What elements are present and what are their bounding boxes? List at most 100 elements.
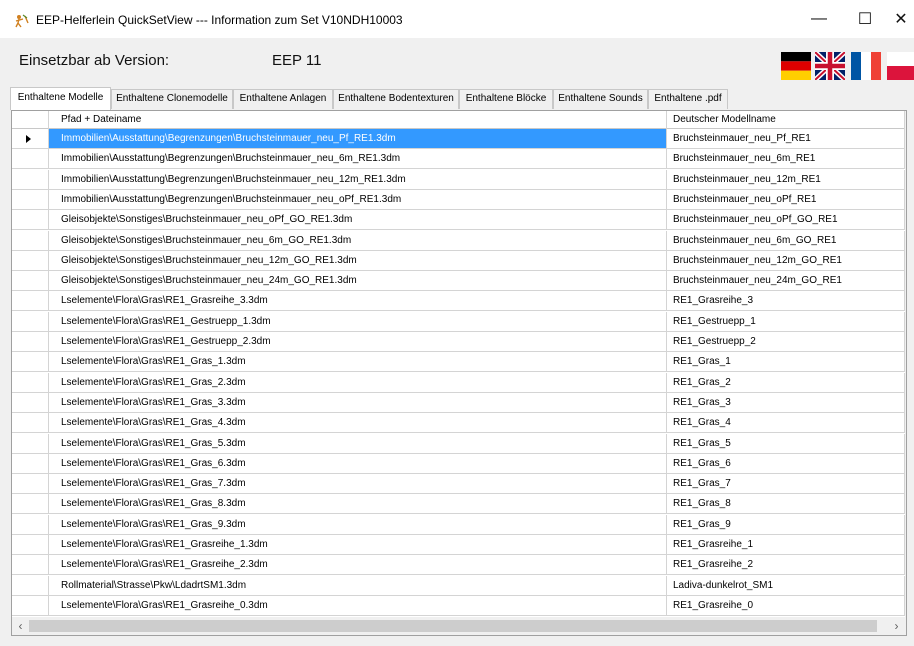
row-header[interactable]: [12, 535, 49, 554]
table-row[interactable]: Lselemente\Flora\Gras\RE1_Gras_7.3dm RE1_…: [12, 474, 905, 495]
model-name-cell[interactable]: RE1_Grasreihe_0: [667, 595, 905, 615]
path-cell[interactable]: Immobilien\Ausstattung\Begrenzungen\Bruc…: [49, 189, 667, 209]
scroll-right-icon[interactable]: ›: [888, 617, 905, 635]
table-row[interactable]: Lselemente\Flora\Gras\RE1_Gras_6.3dm RE1_…: [12, 453, 905, 474]
path-cell[interactable]: Gleisobjekte\Sonstiges\Bruchsteinmauer_n…: [49, 250, 667, 270]
table-row[interactable]: Gleisobjekte\Sonstiges\Bruchsteinmauer_n…: [12, 230, 905, 251]
scroll-down-icon[interactable]: ▼: [905, 601, 906, 617]
table-row[interactable]: Lselemente\Flora\Gras\RE1_Gestruepp_1.3d…: [12, 311, 905, 332]
models-grid[interactable]: Pfad + Dateiname Deutscher Modellname Im…: [11, 110, 907, 636]
model-name-cell[interactable]: Bruchsteinmauer_neu_Pf_RE1: [667, 129, 905, 148]
path-cell[interactable]: Lselemente\Flora\Gras\RE1_Gras_7.3dm: [49, 474, 667, 494]
table-row[interactable]: Lselemente\Flora\Gras\RE1_Grasreihe_1.3d…: [12, 535, 905, 555]
table-row[interactable]: Gleisobjekte\Sonstiges\Bruchsteinmauer_n…: [12, 271, 905, 292]
table-row[interactable]: Immobilien\Ausstattung\Begrenzungen\Bruc…: [12, 149, 905, 170]
row-header[interactable]: [12, 392, 49, 412]
column-header-name[interactable]: Deutscher Modellname: [667, 111, 905, 129]
path-cell[interactable]: Rollmaterial\Strasse\Pkw\LdadrtSM1.3dm: [49, 575, 667, 595]
model-name-cell[interactable]: RE1_Grasreihe_1: [667, 535, 905, 554]
path-cell[interactable]: Lselemente\Flora\Gras\RE1_Gras_9.3dm: [49, 514, 667, 534]
row-header[interactable]: [12, 271, 49, 291]
table-row[interactable]: Lselemente\Flora\Gras\RE1_Grasreihe_3.3d…: [12, 291, 905, 312]
model-name-cell[interactable]: RE1_Gras_3: [667, 392, 905, 412]
row-header[interactable]: [12, 291, 49, 311]
row-header[interactable]: [12, 169, 49, 189]
table-row[interactable]: Lselemente\Flora\Gras\RE1_Gras_9.3dm RE1_…: [12, 514, 905, 535]
table-row[interactable]: Lselemente\Flora\Gras\RE1_Gras_1.3dm RE1_…: [12, 352, 905, 373]
table-row[interactable]: Lselemente\Flora\Gras\RE1_Grasreihe_0.3d…: [12, 595, 905, 616]
table-row[interactable]: Lselemente\Flora\Gras\RE1_Gestruepp_2.3d…: [12, 332, 905, 352]
tab-layouts[interactable]: Enthaltene Anlagen: [233, 89, 333, 109]
table-row[interactable]: Lselemente\Flora\Gras\RE1_Gras_2.3dm RE1_…: [12, 372, 905, 393]
model-name-cell[interactable]: RE1_Gras_6: [667, 453, 905, 473]
horizontal-scrollbar[interactable]: ‹ ›: [12, 617, 906, 635]
model-name-cell[interactable]: RE1_Grasreihe_3: [667, 291, 905, 311]
maximize-button[interactable]: ☐: [842, 0, 888, 38]
path-cell[interactable]: Immobilien\Ausstattung\Begrenzungen\Bruc…: [49, 169, 667, 189]
table-row[interactable]: Lselemente\Flora\Gras\RE1_Gras_4.3dm RE1_…: [12, 413, 905, 434]
row-header[interactable]: [12, 332, 49, 351]
path-cell[interactable]: Lselemente\Flora\Gras\RE1_Gras_5.3dm: [49, 433, 667, 453]
path-cell[interactable]: Immobilien\Ausstattung\Begrenzungen\Bruc…: [49, 129, 667, 148]
row-header[interactable]: [12, 230, 49, 250]
vertical-scrollbar[interactable]: ▲ ▼: [905, 111, 906, 617]
row-header[interactable]: [12, 352, 49, 372]
model-name-cell[interactable]: RE1_Gras_5: [667, 433, 905, 453]
scroll-left-icon[interactable]: ‹: [12, 617, 29, 635]
row-header[interactable]: [12, 453, 49, 473]
table-row[interactable]: Immobilien\Ausstattung\Begrenzungen\Bruc…: [12, 189, 905, 210]
tab-ground-textures[interactable]: Enthaltene Bodentexturen: [333, 89, 459, 109]
row-header[interactable]: [12, 494, 49, 514]
model-name-cell[interactable]: RE1_Gestruepp_2: [667, 332, 905, 351]
table-row[interactable]: Lselemente\Flora\Gras\RE1_Gras_3.3dm RE1_…: [12, 392, 905, 413]
row-header[interactable]: [12, 595, 49, 615]
path-cell[interactable]: Lselemente\Flora\Gras\RE1_Grasreihe_3.3d…: [49, 291, 667, 311]
row-header[interactable]: [12, 555, 49, 575]
path-cell[interactable]: Lselemente\Flora\Gras\RE1_Grasreihe_1.3d…: [49, 535, 667, 554]
tab-blocks[interactable]: Enthaltene Blöcke: [459, 89, 553, 109]
table-row[interactable]: Lselemente\Flora\Gras\RE1_Grasreihe_2.3d…: [12, 555, 905, 576]
path-cell[interactable]: Lselemente\Flora\Gras\RE1_Gestruepp_1.3d…: [49, 311, 667, 331]
table-row[interactable]: Immobilien\Ausstattung\Begrenzungen\Bruc…: [12, 169, 905, 190]
model-name-cell[interactable]: Bruchsteinmauer_neu_oPf_GO_RE1: [667, 210, 905, 230]
model-name-cell[interactable]: RE1_Gras_9: [667, 514, 905, 534]
tab-pdf[interactable]: Enthaltene .pdf: [648, 89, 728, 109]
path-cell[interactable]: Lselemente\Flora\Gras\RE1_Gras_6.3dm: [49, 453, 667, 473]
model-name-cell[interactable]: Bruchsteinmauer_neu_oPf_RE1: [667, 189, 905, 209]
table-row[interactable]: Immobilien\Ausstattung\Begrenzungen\Bruc…: [12, 129, 905, 149]
table-row[interactable]: Lselemente\Flora\Gras\RE1_Gras_8.3dm RE1_…: [12, 494, 905, 515]
model-name-cell[interactable]: Bruchsteinmauer_neu_12m_RE1: [667, 169, 905, 189]
tab-clone-models[interactable]: Enthaltene Clonemodelle: [111, 89, 233, 109]
model-name-cell[interactable]: Ladiva-dunkelrot_SM1: [667, 575, 905, 595]
flag-gb-icon[interactable]: [815, 52, 845, 80]
flag-pl-icon[interactable]: [887, 52, 914, 80]
column-header-path[interactable]: Pfad + Dateiname: [49, 111, 667, 129]
path-cell[interactable]: Lselemente\Flora\Gras\RE1_Gestruepp_2.3d…: [49, 332, 667, 351]
model-name-cell[interactable]: Bruchsteinmauer_neu_6m_RE1: [667, 149, 905, 169]
model-name-cell[interactable]: RE1_Gras_4: [667, 413, 905, 433]
row-header[interactable]: [12, 474, 49, 494]
row-header[interactable]: [12, 189, 49, 209]
flag-de-icon[interactable]: [781, 52, 811, 80]
horizontal-scroll-thumb[interactable]: [29, 620, 877, 632]
path-cell[interactable]: Gleisobjekte\Sonstiges\Bruchsteinmauer_n…: [49, 230, 667, 250]
table-row[interactable]: Rollmaterial\Strasse\Pkw\LdadrtSM1.3dm La…: [12, 575, 905, 596]
path-cell[interactable]: Lselemente\Flora\Gras\RE1_Grasreihe_2.3d…: [49, 555, 667, 575]
path-cell[interactable]: Immobilien\Ausstattung\Begrenzungen\Bruc…: [49, 149, 667, 169]
path-cell[interactable]: Lselemente\Flora\Gras\RE1_Gras_3.3dm: [49, 392, 667, 412]
table-row[interactable]: Gleisobjekte\Sonstiges\Bruchsteinmauer_n…: [12, 210, 905, 231]
minimize-button[interactable]: —: [796, 0, 842, 38]
model-name-cell[interactable]: RE1_Gras_1: [667, 352, 905, 372]
row-header[interactable]: [12, 413, 49, 433]
table-row[interactable]: Lselemente\Flora\Gras\RE1_Gras_5.3dm RE1_…: [12, 433, 905, 454]
model-name-cell[interactable]: Bruchsteinmauer_neu_6m_GO_RE1: [667, 230, 905, 250]
table-row[interactable]: Gleisobjekte\Sonstiges\Bruchsteinmauer_n…: [12, 250, 905, 271]
row-header[interactable]: [12, 372, 49, 392]
scroll-up-icon[interactable]: ▲: [905, 111, 906, 127]
row-header[interactable]: [12, 250, 49, 270]
row-header[interactable]: [12, 575, 49, 595]
path-cell[interactable]: Gleisobjekte\Sonstiges\Bruchsteinmauer_n…: [49, 210, 667, 230]
model-name-cell[interactable]: RE1_Gestruepp_1: [667, 311, 905, 331]
model-name-cell[interactable]: Bruchsteinmauer_neu_24m_GO_RE1: [667, 271, 905, 291]
path-cell[interactable]: Lselemente\Flora\Gras\RE1_Grasreihe_0.3d…: [49, 595, 667, 615]
